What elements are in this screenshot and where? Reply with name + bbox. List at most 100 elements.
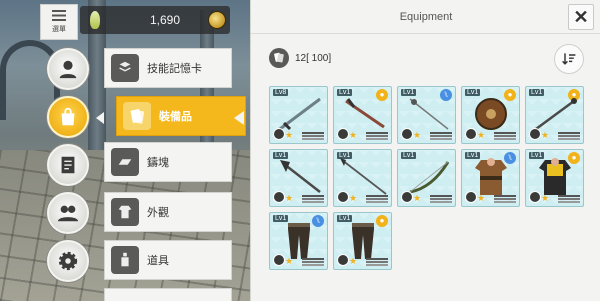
equipment-panel: Equipment ✕ 12[ 100] Lv8 ★ Lv1 ● ★ Lv1 ⑊ ★ Lv1 ● ★…	[250, 0, 600, 301]
item-type-icon	[465, 191, 477, 203]
stat-bars-icon	[430, 195, 452, 203]
friends-button[interactable]	[47, 192, 89, 234]
equipment-icon	[123, 102, 151, 130]
equipment-card[interactable]: Lv1 ● ★	[525, 149, 584, 207]
active-pointer	[96, 112, 104, 124]
pants-icon	[352, 223, 374, 259]
stat-bars-icon	[366, 195, 388, 203]
panel-title: Equipment	[251, 0, 600, 34]
stat-bars-icon	[558, 195, 580, 203]
category-label: 外觀	[147, 207, 169, 219]
gem-icon	[90, 11, 100, 29]
costume-icon	[111, 198, 139, 226]
main-menu-button[interactable]: 選單	[40, 4, 78, 40]
sort-icon	[562, 53, 576, 65]
rarity-star-icon: ★	[477, 130, 486, 140]
currency-bar: 1,690	[80, 6, 230, 34]
stat-bars-icon	[302, 132, 324, 140]
rarity-star-icon: ★	[285, 256, 294, 266]
armor-yellow-icon	[539, 158, 571, 195]
rarity-star-icon: ★	[541, 130, 550, 140]
stat-bars-icon	[366, 258, 388, 266]
ingot-icon	[111, 148, 139, 176]
quest-button[interactable]	[47, 144, 89, 186]
item-count-text: 12[ 100]	[295, 52, 332, 64]
profile-icon	[59, 60, 77, 79]
category-label: 技能記憶卡	[147, 63, 202, 75]
equipment-card[interactable]: Lv1 ★	[269, 149, 328, 207]
item-type-icon	[273, 254, 285, 266]
category-more[interactable]	[104, 288, 232, 301]
item-type-icon	[401, 128, 413, 140]
rarity-star-icon: ★	[413, 193, 422, 203]
axe-icon	[280, 160, 321, 193]
rarity-star-icon: ★	[349, 193, 358, 203]
stat-bars-icon	[430, 132, 452, 140]
rarity-star-icon: ★	[477, 193, 486, 203]
equipment-card[interactable]: Lv1 ● ★	[461, 86, 520, 144]
bow-icon	[409, 161, 450, 194]
equipment-card[interactable]: Lv1 ● ★	[333, 212, 392, 270]
equipment-card[interactable]: Lv1 ★	[333, 149, 392, 207]
item-count: 12[ 100]	[269, 48, 331, 68]
category-label: 鑄塊	[147, 157, 169, 169]
category-label: 裝備品	[159, 111, 192, 123]
item-type-icon	[401, 191, 413, 203]
bag-icon	[61, 107, 75, 126]
item-type-icon	[273, 191, 285, 203]
item-type-icon	[337, 191, 349, 203]
settings-button[interactable]	[47, 240, 89, 282]
equipment-count-icon	[269, 48, 289, 68]
stat-bars-icon	[302, 258, 324, 266]
sword-red-icon	[345, 98, 385, 129]
rarity-star-icon: ★	[285, 130, 294, 140]
equipment-card[interactable]: Lv1 ● ★	[333, 86, 392, 144]
category-skill-card[interactable]: 技能記憶卡	[104, 48, 232, 88]
category-label: 道具	[147, 255, 169, 267]
equipment-card[interactable]: Lv1 ⑊ ★	[461, 149, 520, 207]
skill-card-icon	[111, 54, 139, 82]
inventory-button[interactable]	[47, 96, 89, 138]
spear-icon	[340, 158, 387, 195]
equipment-card[interactable]: Lv1 ● ★	[525, 86, 584, 144]
stat-bars-icon	[302, 195, 324, 203]
item-type-icon	[337, 254, 349, 266]
coin-icon[interactable]	[208, 11, 226, 29]
stat-bars-icon	[366, 132, 388, 140]
category-equipment[interactable]: 裝備品	[116, 96, 246, 136]
panel-pointer	[234, 111, 244, 125]
equipment-card[interactable]: Lv1 ★	[397, 149, 456, 207]
item-bottle-icon	[111, 246, 139, 274]
menu-label: 選單	[52, 26, 66, 33]
mace-icon	[535, 98, 577, 131]
rarity-star-icon: ★	[541, 193, 550, 203]
currency-value: 1,690	[150, 13, 181, 27]
rapier-icon	[409, 98, 449, 130]
category-costume[interactable]: 外觀	[104, 192, 232, 232]
category-ingot[interactable]: 鑄塊	[104, 142, 232, 182]
sort-button[interactable]	[554, 44, 584, 74]
item-type-icon	[529, 191, 541, 203]
equipment-card[interactable]: Lv1 ⑊ ★	[397, 86, 456, 144]
item-type-icon	[273, 128, 285, 140]
shield-icon	[475, 98, 507, 130]
stat-bars-icon	[558, 132, 580, 140]
item-type-icon	[529, 128, 541, 140]
rarity-star-icon: ★	[349, 130, 358, 140]
stat-bars-icon	[494, 132, 516, 140]
rarity-star-icon: ★	[285, 193, 294, 203]
close-button[interactable]: ✕	[568, 4, 594, 30]
pants-icon	[288, 223, 310, 259]
sword-icon	[279, 97, 321, 131]
hamburger-icon	[52, 10, 66, 21]
profile-button[interactable]	[47, 48, 89, 90]
friends-icon	[57, 205, 79, 222]
settings-icon	[58, 251, 78, 271]
armor-brown-icon	[475, 158, 507, 195]
equipment-card[interactable]: Lv8 ★	[269, 86, 328, 144]
stat-bars-icon	[494, 195, 516, 203]
equipment-card[interactable]: Lv1 ⑊ ★	[269, 212, 328, 270]
rarity-star-icon: ★	[413, 130, 422, 140]
category-item[interactable]: 道具	[104, 240, 232, 280]
quest-icon	[61, 156, 75, 174]
